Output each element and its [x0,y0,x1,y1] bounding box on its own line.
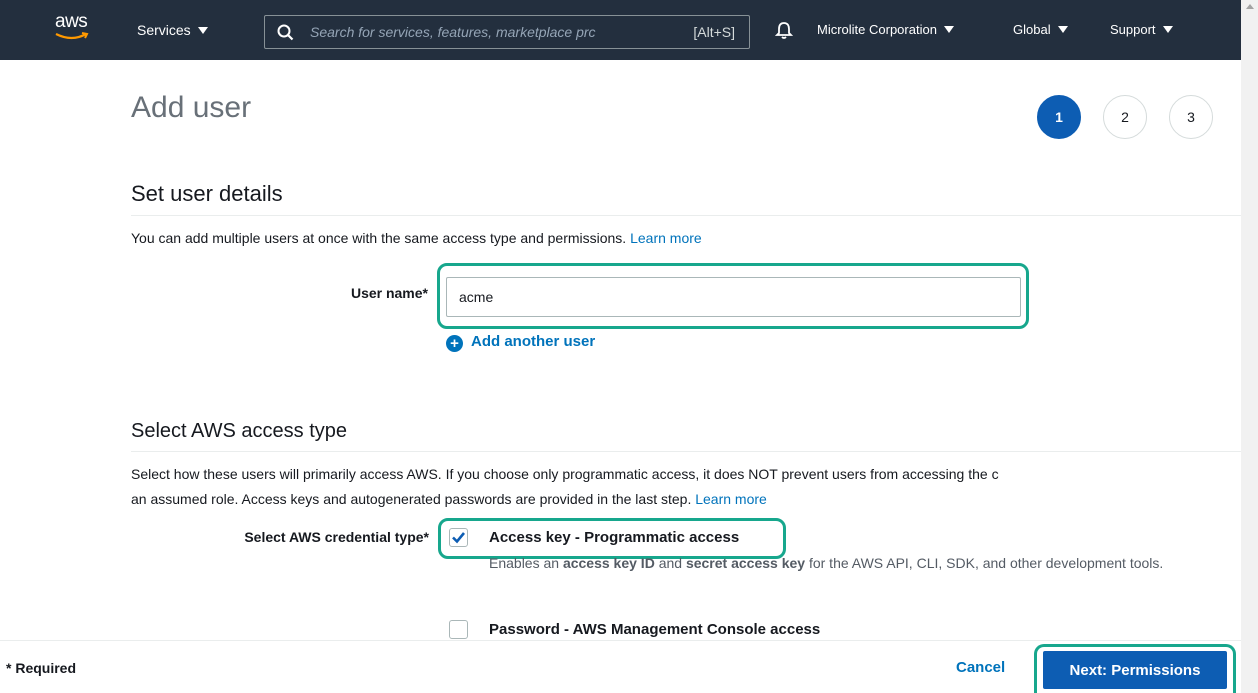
step-2-indicator[interactable]: 2 [1103,95,1147,139]
plus-circle-icon: + [446,335,463,352]
region-label: Global [1013,22,1051,37]
step-3-indicator[interactable]: 3 [1169,95,1213,139]
region-menu[interactable]: Global [1013,0,1068,60]
user-details-heading: Set user details [131,181,283,206]
cancel-button[interactable]: Cancel [956,659,1005,676]
top-navigation-bar: aws Services Search for services, featur… [0,0,1258,60]
scroll-up-arrow-icon[interactable] [1246,4,1254,9]
next-button-highlight [1034,644,1236,693]
add-another-user-label: Add another user [471,333,596,350]
access-type-heading: Select AWS access type [131,420,348,442]
user-details-description-text: You can add multiple users at once with … [131,230,627,246]
section-divider [131,215,1241,216]
desc-bold-secret-access-key: secret access key [685,555,806,571]
credential-type-label: Select AWS credential type* [244,529,429,545]
learn-more-link[interactable]: Learn more [630,230,702,246]
caret-down-icon [943,26,954,33]
page-title: Add user [131,91,252,124]
required-note: * Required [6,660,77,676]
bell-icon[interactable] [775,21,793,40]
caret-down-icon [1162,26,1173,33]
access-type-description-text: an assumed role. Access keys and autogen… [131,491,692,507]
vertical-scrollbar[interactable] [1241,0,1258,693]
desc-text: Enables an [489,555,563,571]
support-label: Support [1110,22,1156,37]
search-icon [277,24,294,41]
password-option-title[interactable]: Password - AWS Management Console access [489,621,820,638]
aws-logo[interactable]: aws [55,12,95,46]
search-box[interactable]: Search for services, features, marketpla… [264,15,750,49]
access-type-description-line1: Select how these users will primarily ac… [131,466,999,482]
section-divider [131,451,1241,452]
desc-bold-access-key-id: access key ID [562,555,655,571]
desc-text: for the AWS API, CLI, SDK, and other dev… [805,555,1164,571]
add-another-user-link[interactable]: + Add another user [446,333,595,352]
account-menu[interactable]: Microlite Corporation [817,0,954,60]
account-label: Microlite Corporation [817,22,937,37]
access-type-description-line2: an assumed role. Access keys and autogen… [131,491,767,507]
access-key-option-description: Enables an access key ID and secret acce… [489,551,1189,575]
caret-down-icon [1057,26,1068,33]
caret-down-icon [197,27,208,34]
search-shortcut: [Alt+S] [693,24,735,40]
services-menu[interactable]: Services [137,0,208,60]
search-input[interactable]: Search for services, features, marketpla… [310,16,670,48]
services-label: Services [137,22,191,38]
user-name-label: User name* [350,285,428,301]
aws-logo-text: aws [55,11,88,32]
password-checkbox[interactable] [449,620,468,639]
user-details-description: You can add multiple users at once with … [131,230,702,246]
aws-smile-icon [55,32,89,40]
learn-more-link[interactable]: Learn more [695,491,767,507]
user-name-highlight [437,263,1029,329]
step-1-indicator[interactable]: 1 [1037,95,1081,139]
desc-text: and [654,555,686,571]
support-menu[interactable]: Support [1110,0,1173,60]
